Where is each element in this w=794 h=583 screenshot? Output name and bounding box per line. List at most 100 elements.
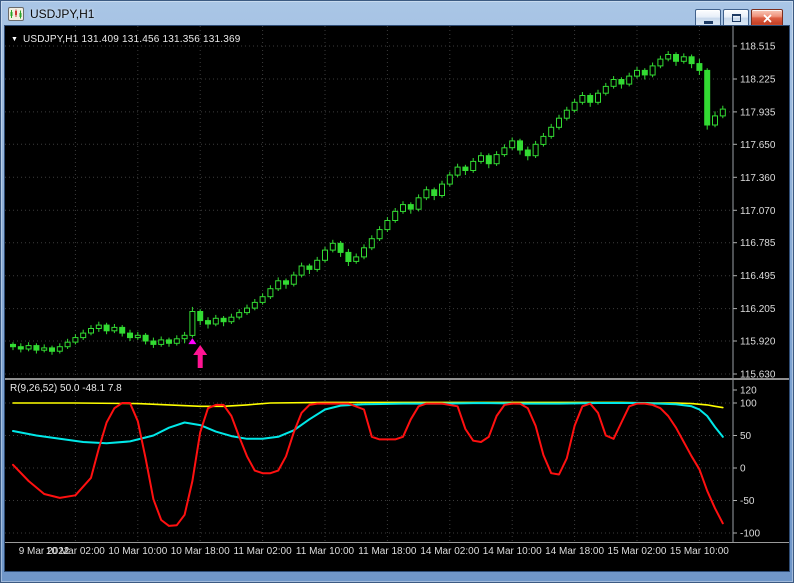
price-tick-label: 117.360 bbox=[740, 173, 776, 184]
candle-body bbox=[665, 54, 672, 60]
candle-body bbox=[220, 317, 227, 323]
candle-body bbox=[446, 174, 453, 185]
price-tick-label: 118.515 bbox=[740, 42, 776, 53]
candle-body bbox=[368, 238, 375, 249]
candle-body bbox=[704, 69, 711, 126]
price-axis[interactable]: 118.515 118.225 117.935 117.650 117.360 117.0… bbox=[733, 42, 776, 379]
candle-body bbox=[454, 166, 461, 176]
minimize-button[interactable] bbox=[695, 9, 721, 27]
candle-body bbox=[415, 197, 422, 210]
candle-body bbox=[173, 338, 180, 344]
candle-body bbox=[673, 54, 679, 62]
candle-body bbox=[485, 155, 492, 165]
candle-body bbox=[548, 126, 555, 137]
candle-body bbox=[649, 65, 656, 76]
candle-body bbox=[134, 334, 141, 339]
candle-body bbox=[251, 301, 258, 309]
buy-arrow-marker[interactable] bbox=[193, 345, 208, 369]
indicator-tick-label: 50 bbox=[740, 431, 752, 442]
dropdown-arrow-icon[interactable]: ▼ bbox=[11, 36, 18, 43]
candle-body bbox=[64, 341, 71, 348]
candle-body bbox=[634, 69, 640, 77]
candle-body bbox=[579, 95, 586, 103]
candle-body bbox=[719, 108, 726, 117]
candle-body bbox=[509, 140, 516, 149]
maximize-icon bbox=[731, 14, 741, 22]
price-tick-label: 117.650 bbox=[740, 140, 776, 151]
candle-body bbox=[189, 311, 196, 336]
candle-body bbox=[72, 337, 79, 343]
window-controls bbox=[695, 9, 783, 27]
candle-body bbox=[103, 324, 110, 332]
candle-body bbox=[501, 147, 508, 156]
candle-body bbox=[283, 280, 289, 285]
price-tick-label: 118.225 bbox=[740, 75, 776, 86]
candle-body bbox=[696, 63, 703, 71]
candle-body bbox=[657, 58, 664, 67]
candle-body bbox=[680, 56, 687, 62]
candle-body bbox=[95, 324, 102, 330]
pane-separator[interactable] bbox=[5, 378, 789, 380]
price-tick-label: 115.630 bbox=[740, 370, 776, 379]
candle-body bbox=[392, 210, 399, 221]
indicator-label: R(9,26,52) 50.0 -48.1 7.8 bbox=[10, 383, 122, 394]
title-bar[interactable]: USDJPY,H1 bbox=[1, 1, 793, 27]
candle-body bbox=[80, 332, 87, 339]
price-tick-label: 115.920 bbox=[740, 337, 776, 348]
indicator-canvas[interactable]: 120 100 50 0 -50 -100 bbox=[5, 380, 789, 542]
candle-body bbox=[150, 340, 157, 345]
candle-body bbox=[322, 249, 328, 261]
candle-body bbox=[361, 247, 367, 258]
candlesticks bbox=[10, 51, 726, 355]
candle-body bbox=[236, 312, 243, 318]
candle-body bbox=[618, 79, 625, 85]
candle-body bbox=[641, 69, 648, 76]
candle-body bbox=[563, 109, 570, 119]
candle-body bbox=[478, 155, 484, 162]
candle-body bbox=[275, 280, 282, 290]
candle-body bbox=[298, 265, 305, 276]
candle-body bbox=[407, 204, 414, 210]
candle-body bbox=[400, 204, 406, 212]
candle-body bbox=[212, 317, 219, 325]
candle-body bbox=[142, 334, 149, 342]
candle-body bbox=[376, 229, 383, 240]
chart-window: USDJPY,H1 118.515 118.225 117.935 117.650 11… bbox=[0, 0, 794, 583]
candle-body bbox=[119, 326, 126, 334]
time-axis[interactable]: 9 Mar 2022 10 Mar 02:00 10 Mar 10:00 10 Mar… bbox=[5, 543, 789, 571]
ohlc-label: USDJPY,H1 131.409 131.456 131.356 131.36… bbox=[22, 34, 241, 45]
candle-body bbox=[571, 101, 578, 111]
price-tick-label: 117.070 bbox=[740, 206, 776, 217]
candle-body bbox=[314, 259, 321, 270]
candle-body bbox=[205, 320, 211, 325]
maximize-button[interactable] bbox=[723, 9, 749, 27]
candle-body bbox=[166, 339, 172, 344]
candle-body bbox=[462, 166, 469, 172]
indicator-tick-label: 100 bbox=[740, 399, 757, 410]
candle-body bbox=[244, 307, 250, 314]
candle-body bbox=[353, 256, 360, 262]
candle-body bbox=[25, 345, 32, 350]
window-title: USDJPY,H1 bbox=[30, 6, 95, 21]
candle-body bbox=[306, 265, 313, 270]
candle-body bbox=[556, 117, 562, 128]
app-icon[interactable] bbox=[8, 6, 24, 22]
minimize-icon bbox=[703, 20, 713, 24]
candle-body bbox=[384, 220, 391, 231]
indicator-tick-label: 120 bbox=[740, 386, 757, 397]
candle-body bbox=[33, 345, 40, 351]
candle-body bbox=[439, 183, 445, 197]
candle-body bbox=[158, 339, 165, 345]
candle-body bbox=[524, 149, 531, 157]
price-tick-label: 116.205 bbox=[740, 304, 776, 315]
close-button[interactable] bbox=[751, 9, 783, 27]
candle-body bbox=[10, 343, 16, 348]
candle-body bbox=[610, 79, 617, 87]
candle-body bbox=[712, 115, 718, 126]
price-chart-canvas[interactable]: 118.515 118.225 117.935 117.650 117.360 117.0… bbox=[5, 26, 789, 378]
indicator-axis[interactable]: 120 100 50 0 -50 -100 bbox=[733, 386, 760, 540]
candle-body bbox=[431, 189, 438, 197]
candle-body bbox=[540, 135, 547, 145]
candle-body bbox=[267, 288, 274, 298]
symbol-ohlc-row: ▼ USDJPY,H1 131.409 131.456 131.356 131.… bbox=[11, 34, 241, 45]
